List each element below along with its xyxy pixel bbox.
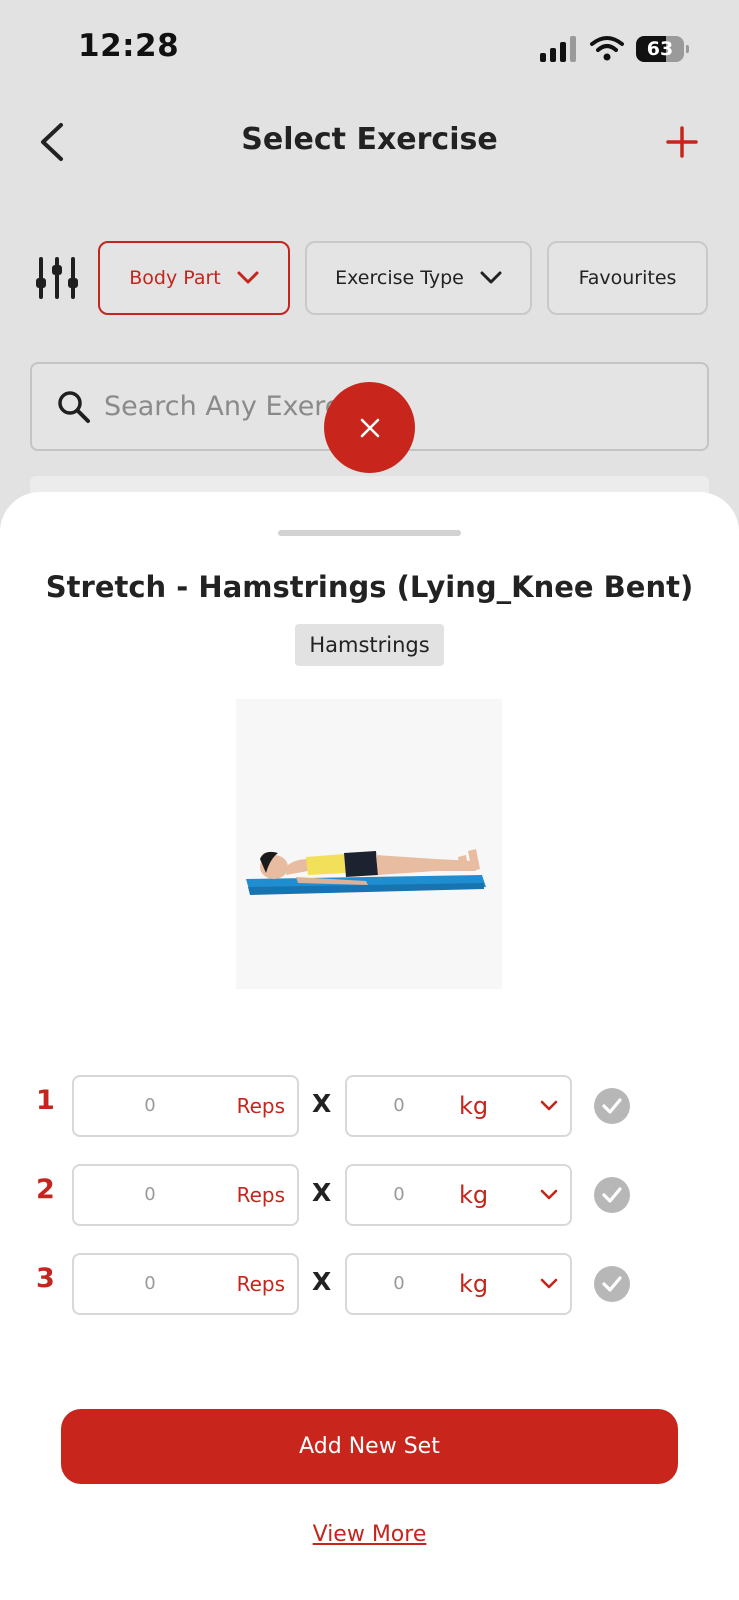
- complete-set-button[interactable]: [594, 1177, 630, 1213]
- weight-unit-select[interactable]: kg: [459, 1255, 488, 1313]
- set-number: 1: [36, 1085, 55, 1116]
- set-row: 1 0 Reps X 0 kg: [0, 1075, 739, 1139]
- multiply-separator: X: [312, 1178, 332, 1207]
- reps-unit-label: Reps: [236, 1183, 285, 1207]
- reps-value: 0: [144, 1184, 156, 1205]
- reps-value: 0: [144, 1273, 156, 1294]
- search-icon: [58, 390, 90, 423]
- nav-bar: Select Exercise: [0, 100, 739, 190]
- exercise-type-filter-label: Exercise Type: [335, 267, 464, 289]
- body-part-filter-label: Body Part: [129, 267, 221, 289]
- reps-unit-label: Reps: [236, 1272, 285, 1296]
- weight-value: 0: [393, 1095, 405, 1116]
- sliders-icon[interactable]: [34, 256, 80, 300]
- status-bar: 12:28 63: [0, 0, 739, 100]
- reps-input[interactable]: 0 Reps: [72, 1253, 299, 1315]
- chevron-down-icon[interactable]: [538, 1273, 560, 1295]
- status-time: 12:28: [78, 28, 180, 64]
- view-more-link[interactable]: View More: [0, 1522, 739, 1547]
- set-row: 3 0 Reps X 0 kg: [0, 1253, 739, 1317]
- complete-set-button[interactable]: [594, 1266, 630, 1302]
- weight-unit-select[interactable]: kg: [459, 1077, 488, 1135]
- battery-cap: [686, 45, 689, 53]
- weight-unit-select[interactable]: kg: [459, 1166, 488, 1224]
- reps-value: 0: [144, 1095, 156, 1116]
- page-title: Select Exercise: [241, 122, 498, 157]
- favourites-filter[interactable]: Favourites: [547, 241, 708, 315]
- battery-icon: 63: [636, 36, 689, 62]
- exercise-detail-sheet: Stretch - Hamstrings (Lying_Knee Bent) H…: [0, 492, 739, 1600]
- favourites-filter-label: Favourites: [578, 267, 677, 289]
- set-number: 3: [36, 1263, 55, 1294]
- battery-level: 63: [646, 38, 674, 60]
- lying-stretch-illustration: [246, 849, 486, 895]
- check-icon: [602, 1098, 622, 1114]
- filter-row: Body Part Exercise Type Favourites: [0, 240, 739, 316]
- sheet-grab-handle[interactable]: [278, 530, 461, 536]
- chevron-down-icon[interactable]: [538, 1184, 560, 1206]
- exercise-title: Stretch - Hamstrings (Lying_Knee Bent): [45, 570, 694, 604]
- muscle-tag: Hamstrings: [295, 624, 444, 666]
- chevron-down-icon[interactable]: [538, 1095, 560, 1117]
- multiply-separator: X: [312, 1089, 332, 1118]
- battery-body: 63: [636, 36, 684, 62]
- weight-input[interactable]: 0 kg: [345, 1164, 572, 1226]
- check-icon: [602, 1276, 622, 1292]
- weight-value: 0: [393, 1273, 405, 1294]
- set-number: 2: [36, 1174, 55, 1205]
- plus-icon: [666, 126, 698, 158]
- chevron-down-icon: [480, 271, 502, 284]
- set-row: 2 0 Reps X 0 kg: [0, 1164, 739, 1228]
- check-icon: [602, 1187, 622, 1203]
- close-sheet-button[interactable]: [324, 382, 415, 473]
- reps-input[interactable]: 0 Reps: [72, 1075, 299, 1137]
- cellular-signal-icon: [540, 36, 576, 62]
- weight-input[interactable]: 0 kg: [345, 1075, 572, 1137]
- add-exercise-button[interactable]: [660, 118, 704, 166]
- add-new-set-button[interactable]: Add New Set: [61, 1409, 678, 1484]
- wifi-icon: [590, 36, 624, 61]
- multiply-separator: X: [312, 1267, 332, 1296]
- complete-set-button[interactable]: [594, 1088, 630, 1124]
- exercise-image: [236, 699, 502, 989]
- reps-input[interactable]: 0 Reps: [72, 1164, 299, 1226]
- reps-unit-label: Reps: [236, 1094, 285, 1118]
- close-icon: [360, 418, 379, 437]
- chevron-down-icon: [237, 271, 259, 284]
- weight-value: 0: [393, 1184, 405, 1205]
- body-part-filter[interactable]: Body Part: [98, 241, 290, 315]
- exercise-type-filter[interactable]: Exercise Type: [305, 241, 532, 315]
- weight-input[interactable]: 0 kg: [345, 1253, 572, 1315]
